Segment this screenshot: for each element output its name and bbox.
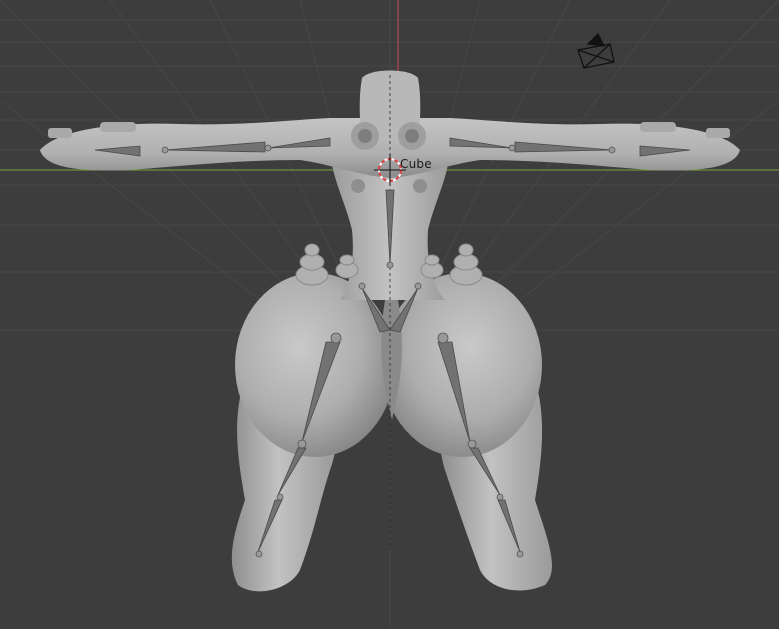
right-hip-mesh <box>382 273 542 457</box>
3d-viewport[interactable]: Cube <box>0 0 779 629</box>
viewport-scene[interactable] <box>0 0 779 629</box>
left-hip-mesh <box>235 273 395 457</box>
camera-icon[interactable] <box>577 32 615 69</box>
object-name-label: Cube <box>400 157 432 171</box>
